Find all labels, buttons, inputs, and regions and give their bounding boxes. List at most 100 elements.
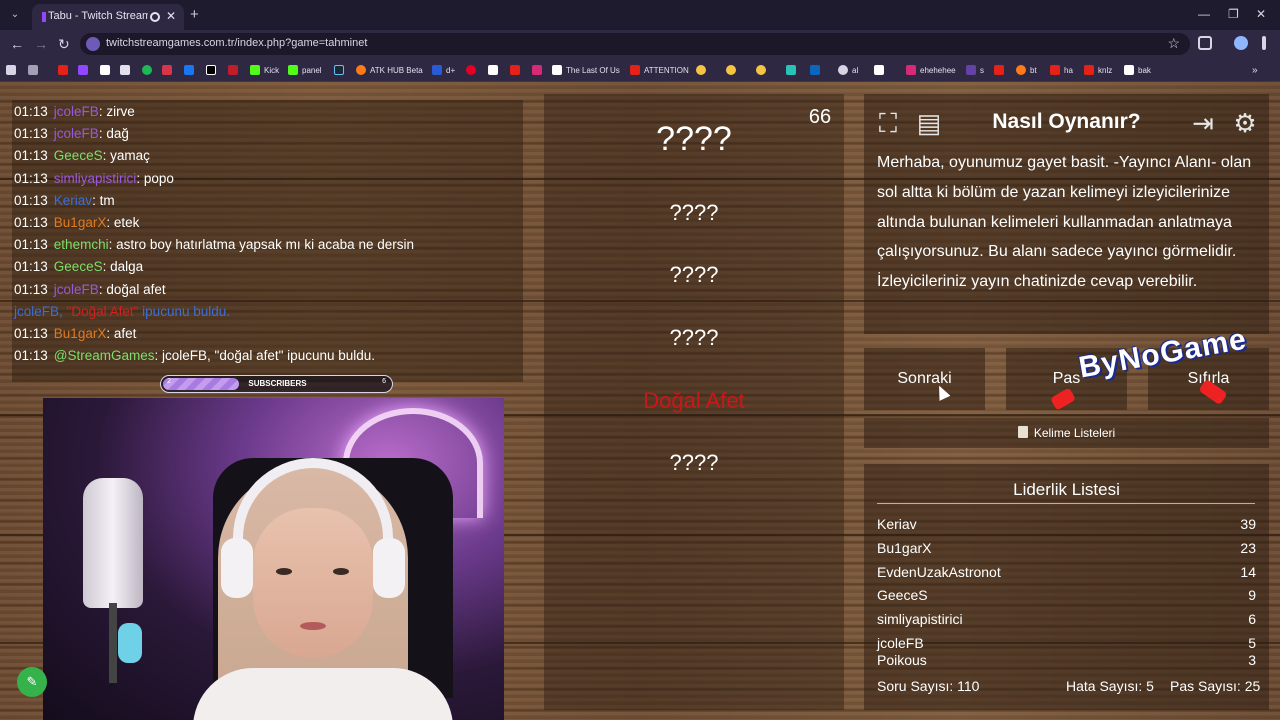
- leaderboard-score: 39: [1240, 516, 1256, 532]
- pinterest-icon[interactable]: [466, 63, 476, 77]
- chat-message: 01:13 Bu1garX: etek: [14, 215, 139, 230]
- chat-text: : dağ: [98, 126, 129, 142]
- bookmark-attention[interactable]: ATTENTION: [630, 63, 689, 77]
- twitch-bookmark-icon[interactable]: [78, 63, 88, 77]
- emoji-bookmark-icon[interactable]: [726, 63, 736, 77]
- bookmark-icon[interactable]: [994, 63, 1004, 77]
- heart-bookmark-icon[interactable]: [162, 63, 172, 77]
- chat-username[interactable]: jcoleFB: [54, 126, 99, 141]
- x-icon[interactable]: [206, 63, 216, 77]
- chat-message: 01:13 jcoleFB: doğal afet: [14, 282, 166, 297]
- chat-text: : dalga: [102, 259, 144, 275]
- chat-username[interactable]: Keriav: [54, 193, 92, 208]
- grid-icon[interactable]: [28, 63, 38, 77]
- bookmark-dplus[interactable]: d+: [432, 63, 455, 77]
- kick-icon[interactable]: [100, 63, 110, 77]
- chat-timestamp: 01:13: [14, 192, 48, 208]
- bookmark-knlz[interactable]: knlz: [1084, 63, 1112, 77]
- chat-username[interactable]: jcoleFB: [54, 282, 99, 297]
- extensions-icon[interactable]: [1198, 36, 1212, 50]
- bookmark-panel[interactable]: panel: [288, 63, 322, 77]
- chat-text: : afet: [106, 326, 137, 341]
- error-count: Hata Sayısı: 5: [1066, 678, 1154, 694]
- bookmark-bak[interactable]: bak: [1124, 63, 1151, 77]
- close-tab-icon[interactable]: ✕: [166, 9, 176, 23]
- leaderboard-score: 3: [1248, 652, 1256, 666]
- maximize-icon[interactable]: ❐: [1228, 7, 1239, 21]
- chat-username[interactable]: @StreamGames: [54, 348, 155, 363]
- teal-bookmark-icon[interactable]: [786, 63, 796, 77]
- apps-icon[interactable]: [6, 63, 16, 77]
- bookmark-s[interactable]: s: [966, 63, 984, 77]
- chat-text: : astro boy hatırlatma yapsak mı ki acab…: [108, 237, 414, 253]
- red-bookmark-icon[interactable]: [510, 63, 520, 77]
- twitch-icon: [42, 12, 46, 22]
- back-icon[interactable]: ←: [10, 36, 24, 52]
- profile-avatar[interactable]: [1234, 36, 1248, 50]
- tab-search-icon[interactable]: ⌄: [6, 6, 24, 24]
- bookmark-al[interactable]: al: [838, 63, 858, 77]
- chat-username[interactable]: jcoleFB: [54, 104, 99, 119]
- keychain: [118, 623, 142, 663]
- close-window-icon[interactable]: ✕: [1256, 7, 1266, 21]
- bookmarks-overflow-icon[interactable]: »: [1252, 63, 1258, 77]
- leaderboard-name: EvdenUzakAstronot: [877, 563, 1001, 580]
- browser-toolbar: ← → ↻ twitchstreamgames.com.tr/index.php…: [0, 30, 1280, 58]
- address-bar[interactable]: twitchstreamgames.com.tr/index.php?game=…: [80, 33, 1190, 55]
- more-menu-icon[interactable]: [1262, 36, 1266, 50]
- minimize-icon[interactable]: —: [1198, 7, 1210, 21]
- chat-username[interactable]: Bu1garX: [54, 215, 107, 230]
- instagram-icon[interactable]: [532, 63, 542, 77]
- chat-username[interactable]: simliyapistirici: [54, 171, 137, 186]
- facebook-icon[interactable]: [184, 63, 194, 77]
- target-word: ????: [656, 120, 732, 158]
- chat-username[interactable]: GeeceS: [54, 148, 103, 163]
- leaderboard-score: 6: [1248, 611, 1256, 628]
- chat-text: : tm: [92, 192, 115, 208]
- bookmark-bt[interactable]: bt: [1016, 63, 1037, 77]
- clue-word: ????: [669, 450, 719, 475]
- steam-icon[interactable]: [334, 63, 344, 77]
- emoji-bookmark-icon[interactable]: [696, 63, 706, 77]
- game-page: 2 SUBSCRIBERS 6 ✎ 6 6 ???? ???? ???? ????…: [0, 82, 1280, 720]
- question-count: Soru Sayısı: 110: [877, 678, 980, 694]
- reload-icon[interactable]: ↻: [58, 36, 70, 53]
- site-info-icon[interactable]: [86, 37, 100, 51]
- bookmark-icon[interactable]: [228, 63, 238, 77]
- bookmark-star-icon[interactable]: ☆: [1167, 35, 1180, 52]
- camera-icon[interactable]: [120, 63, 130, 77]
- subscriber-goal: 6: [382, 378, 386, 385]
- next-button[interactable]: Sonraki: [864, 348, 985, 410]
- bookmark-ehehehee[interactable]: [874, 63, 884, 77]
- chat-username[interactable]: ethemchi: [54, 237, 109, 252]
- bookmark-atk-hub[interactable]: ATK HUB Beta: [356, 63, 423, 77]
- chat-timestamp: 01:13: [14, 259, 48, 275]
- headset-cup: [221, 538, 253, 598]
- browser-tab[interactable]: Tabu - Twitch Stream Game ✕: [32, 4, 184, 30]
- bookmark-kick[interactable]: Kick: [250, 63, 279, 77]
- chat-username[interactable]: GeeceS: [54, 259, 103, 274]
- spotify-icon[interactable]: [142, 63, 152, 77]
- chat-message: 01:13 ethemchi: astro boy hatırlatma yaps…: [14, 237, 414, 252]
- diamond-icon[interactable]: [488, 63, 498, 77]
- bookmark-last-of-us[interactable]: The Last Of Us: [552, 63, 620, 77]
- word-lists-button[interactable]: Kelime Listeleri: [864, 418, 1269, 448]
- forward-icon[interactable]: →: [34, 36, 48, 52]
- leaderboard-name: Bu1garX: [877, 539, 932, 556]
- clue-word: ????: [669, 325, 719, 350]
- new-tab-icon[interactable]: +: [190, 6, 199, 23]
- clue-word-found: Doğal Afet: [643, 388, 745, 413]
- chat-username[interactable]: Bu1garX: [54, 326, 107, 341]
- leaderboard-score: 23: [1240, 539, 1256, 556]
- youtube-icon[interactable]: [58, 63, 68, 77]
- list-icon: [1017, 426, 1028, 438]
- edit-icon[interactable]: ✎: [17, 667, 47, 697]
- leaderboard-name: simliyapistirici: [877, 611, 963, 628]
- chat-timestamp: 01:13: [14, 281, 48, 297]
- emoji-bookmark-icon[interactable]: [756, 63, 766, 77]
- how-to-play-text: Merhaba, oyunumuz gayet basit. -Yayıncı …: [877, 154, 1252, 291]
- bookmark-ha[interactable]: ha: [1050, 63, 1073, 77]
- url-text: twitchstreamgames.com.tr/index.php?game=…: [106, 37, 368, 49]
- linkedin-icon[interactable]: [810, 63, 820, 77]
- bookmark-ehehehee-label[interactable]: ehehehee: [906, 63, 956, 77]
